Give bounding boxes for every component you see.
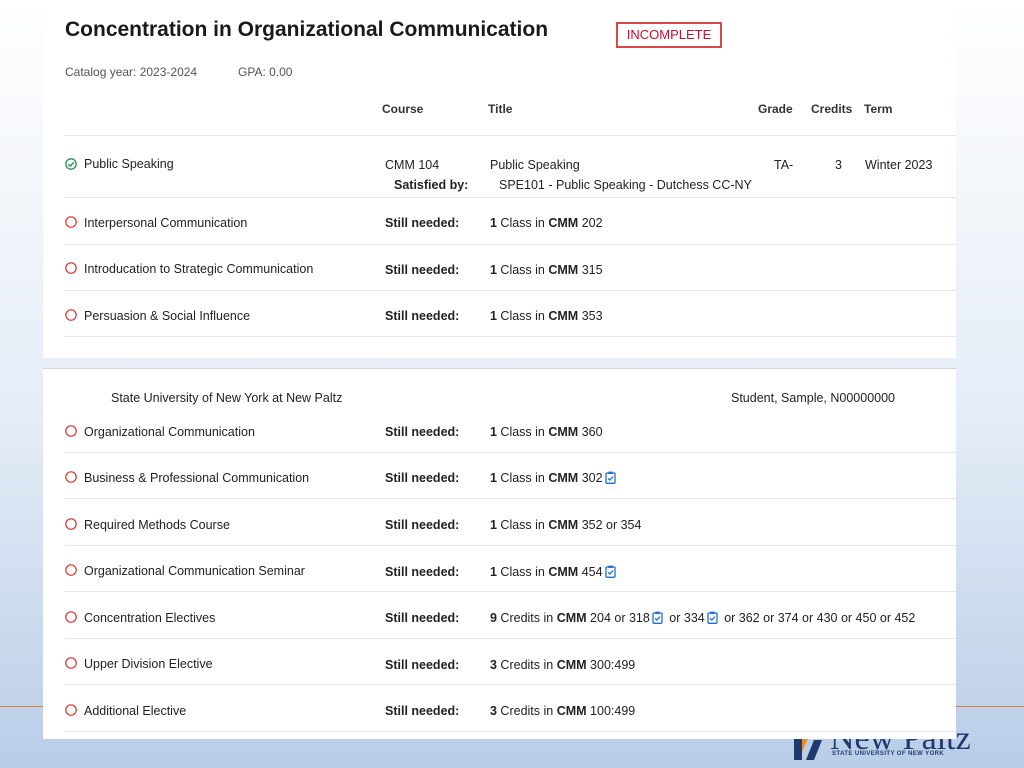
- empty-circle-icon: [65, 262, 77, 274]
- requirement-name: Concentration Electives: [84, 611, 216, 625]
- divider: [65, 498, 956, 499]
- clipboard-check-icon[interactable]: [707, 611, 718, 624]
- logo-subtitle: STATE UNIVERSITY OF NEW YORK: [832, 751, 945, 757]
- divider: [65, 591, 956, 592]
- empty-circle-icon: [65, 611, 77, 623]
- column-header-term[interactable]: Term: [864, 102, 892, 116]
- requirement-name: Additional Elective: [84, 704, 187, 718]
- divider: [65, 336, 956, 337]
- needed-courses[interactable]: 3 Credits in CMM 300:499: [490, 658, 635, 672]
- requirements-panel-top: Concentration in Organizational Communic…: [43, 10, 956, 358]
- course-title: Public Speaking: [490, 158, 580, 172]
- student-name: Student, Sample, N00000000: [731, 391, 896, 405]
- still-needed-label: Still needed:: [385, 309, 460, 323]
- requirement-name: Required Methods Course: [84, 518, 230, 532]
- still-needed-label: Still needed:: [385, 216, 460, 230]
- divider: [65, 684, 956, 685]
- divider: [65, 290, 956, 291]
- empty-circle-icon: [65, 216, 77, 228]
- empty-circle-icon: [65, 425, 77, 437]
- empty-circle-icon: [65, 309, 77, 321]
- requirement-name: Upper Division Elective: [84, 657, 213, 671]
- needed-courses[interactable]: 1 Class in CMM 360: [490, 425, 603, 439]
- course-code[interactable]: CMM 104: [385, 158, 439, 172]
- divider: [65, 638, 956, 639]
- requirement-name: Introducation to Strategic Communication: [84, 262, 314, 276]
- column-header-title[interactable]: Title: [488, 102, 512, 116]
- still-needed-label: Still needed:: [385, 263, 460, 277]
- needed-courses[interactable]: 1 Class in CMM 353: [490, 309, 603, 323]
- course-credits: 3: [835, 158, 842, 172]
- requirements-panel-bottom: State University of New York at New Palt…: [43, 368, 956, 739]
- needed-courses[interactable]: 1 Class in CMM 352 or 354: [490, 518, 641, 532]
- catalog-year: Catalog year: 2023-2024: [65, 65, 198, 79]
- empty-circle-icon: [65, 657, 77, 669]
- divider: [65, 135, 956, 136]
- divider: [65, 545, 956, 546]
- still-needed-label: Still needed:: [385, 658, 460, 672]
- clipboard-check-icon[interactable]: [604, 565, 616, 578]
- status-badge: INCOMPLETE: [616, 22, 722, 48]
- column-header-course[interactable]: Course: [382, 102, 423, 116]
- satisfied-by-value: SPE101 - Public Speaking - Dutchess CC-N…: [499, 178, 752, 192]
- divider: [65, 452, 956, 453]
- divider: [65, 244, 956, 245]
- still-needed-label: Still needed:: [385, 704, 460, 718]
- requirement-name: Organizational Communication Seminar: [84, 564, 305, 578]
- requirement-name: Interpersonal Communication: [84, 216, 248, 230]
- still-needed-label: Still needed:: [385, 518, 460, 532]
- course-term: Winter 2023: [865, 158, 933, 172]
- university-name: State University of New York at New Palt…: [111, 391, 343, 405]
- clipboard-check-icon[interactable]: [652, 611, 663, 624]
- needed-courses[interactable]: 1 Class in CMM 454: [490, 565, 619, 579]
- requirement-name: Public Speaking: [84, 157, 174, 171]
- empty-circle-icon: [65, 471, 77, 483]
- still-needed-label: Still needed:: [385, 611, 460, 625]
- requirement-name: Business & Professional Communication: [84, 471, 310, 485]
- needed-courses[interactable]: 9 Credits in CMM 204 or 318 or 334 or 36…: [490, 611, 915, 625]
- column-header-grade[interactable]: Grade: [758, 102, 793, 116]
- still-needed-label: Still needed:: [385, 471, 460, 485]
- empty-circle-icon: [65, 704, 77, 716]
- still-needed-label: Still needed:: [385, 425, 460, 439]
- course-grade: TA-: [774, 158, 794, 172]
- gpa: GPA: 0.00: [238, 65, 293, 79]
- empty-circle-icon: [65, 564, 77, 576]
- column-header-credits[interactable]: Credits: [811, 102, 852, 116]
- needed-courses[interactable]: 1 Class in CMM 202: [490, 216, 603, 230]
- page-title: Concentration in Organizational Communic…: [65, 18, 549, 41]
- requirement-name: Organizational Communication: [84, 425, 255, 439]
- requirement-name: Persuasion & Social Influence: [84, 309, 251, 323]
- satisfied-by-label: Satisfied by:: [394, 178, 469, 192]
- check-circle-icon: [65, 158, 77, 170]
- divider: [65, 197, 956, 198]
- clipboard-check-icon[interactable]: [604, 471, 616, 484]
- empty-circle-icon: [65, 518, 77, 530]
- divider: [65, 731, 956, 732]
- still-needed-label: Still needed:: [385, 565, 460, 579]
- needed-courses[interactable]: 3 Credits in CMM 100:499: [490, 704, 635, 718]
- needed-courses[interactable]: 1 Class in CMM 302: [490, 471, 619, 485]
- needed-courses[interactable]: 1 Class in CMM 315: [490, 263, 603, 277]
